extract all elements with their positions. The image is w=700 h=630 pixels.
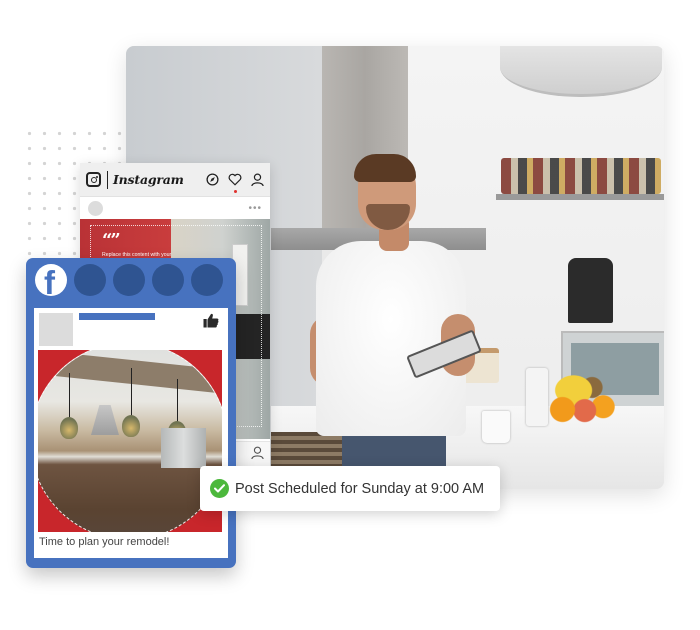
instagram-logo-icon[interactable]	[86, 172, 101, 187]
compass-icon[interactable]	[206, 173, 219, 186]
author-name-placeholder	[79, 313, 155, 320]
facebook-post: Time to plan your remodel!	[34, 308, 228, 558]
thumbs-up-icon[interactable]	[203, 313, 219, 333]
photo-man-hair	[354, 154, 416, 182]
photo-spice-jars	[501, 158, 661, 194]
scheduled-notification: Post Scheduled for Sunday at 9:00 AM	[200, 466, 500, 511]
quote-mark-icon: “”	[102, 230, 121, 251]
post-caption: Time to plan your remodel!	[39, 536, 170, 548]
kitchen-fridge	[161, 428, 206, 468]
avatar[interactable]	[39, 313, 73, 346]
instagram-wordmark: Instagram	[113, 172, 184, 187]
heart-icon[interactable]	[228, 173, 242, 193]
kitchen-pendant-light	[60, 417, 78, 439]
notification-text: Post Scheduled for Sunday at 9:00 AM	[235, 480, 485, 497]
kitchen-beam	[56, 352, 222, 394]
photo-coffee-machine	[568, 258, 613, 323]
check-circle-icon	[210, 479, 229, 498]
kitchen-hood	[91, 405, 119, 435]
photo-fruit-bowl	[544, 371, 618, 426]
facebook-logo-icon[interactable]: f	[35, 264, 67, 296]
avatar[interactable]	[88, 200, 103, 216]
kitchen-pendant-light	[122, 415, 140, 437]
story-circle[interactable]	[191, 264, 223, 296]
post-image-kitchen	[38, 350, 222, 532]
story-circle[interactable]	[74, 264, 106, 296]
photo-mug	[482, 411, 510, 443]
user-icon[interactable]	[251, 173, 264, 187]
user-icon[interactable]	[251, 446, 264, 465]
more-options-icon[interactable]: •••	[248, 203, 262, 214]
photo-wall-shelf	[496, 194, 664, 200]
instagram-header-divider	[107, 170, 108, 189]
notification-dot	[233, 190, 237, 193]
story-circle[interactable]	[113, 264, 145, 296]
facebook-post-image[interactable]	[38, 350, 222, 532]
facebook-story-row: f	[35, 264, 223, 296]
instagram-post-header: •••	[80, 197, 270, 219]
story-circle[interactable]	[152, 264, 184, 296]
facebook-post-card: f Time to plan your remodel!	[26, 258, 236, 568]
instagram-header: Instagram	[80, 163, 270, 197]
